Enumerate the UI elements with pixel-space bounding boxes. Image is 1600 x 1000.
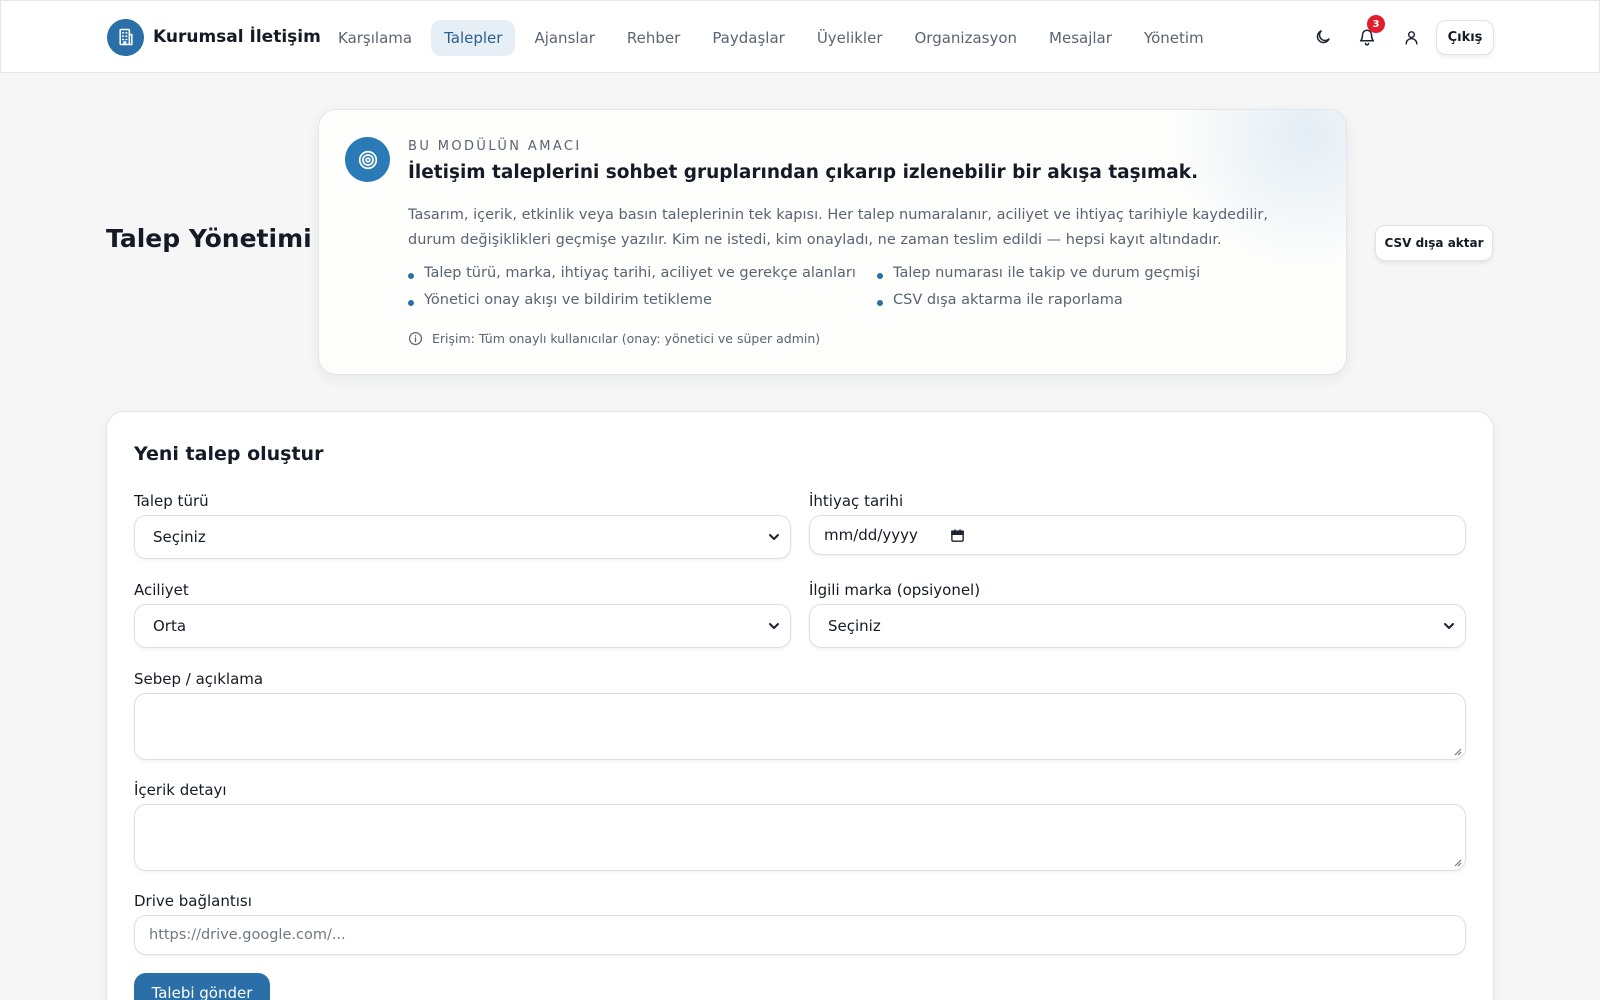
main-nav: Karşılama Talepler Ajanslar Rehber Payda… (325, 18, 1217, 57)
brand[interactable]: Kurumsal İletişim (107, 18, 321, 56)
request-type-select[interactable]: Seçiniz (134, 515, 791, 559)
drive-label: Drive bağlantısı (134, 892, 252, 910)
purpose-headline: İletişim taleplerini sohbet gruplarından… (408, 162, 1199, 183)
page-title: Talep Yönetimi (106, 224, 312, 253)
purpose-kicker: BU MODÜLÜN AMACI (408, 139, 582, 154)
nav-item-talepler[interactable]: Talepler (431, 19, 516, 56)
notification-count-badge: 3 (1367, 15, 1385, 33)
module-purpose-card: BU MODÜLÜN AMACI İletişim taleplerini so… (318, 109, 1347, 375)
feature-item: CSV dışa aktarma ile raporlama (877, 292, 1123, 308)
purpose-description: Tasarım, içerik, etkinlik veya basın tal… (408, 207, 1268, 248)
profile-button[interactable] (1389, 19, 1433, 55)
drive-link-input[interactable]: https://drive.google.com/... (134, 915, 1466, 955)
need-date-value: mm/dd/yyyy (824, 526, 918, 544)
content-textarea[interactable] (134, 804, 1466, 871)
need-date-input[interactable]: mm/dd/yyyy (809, 515, 1466, 555)
reason-textarea[interactable] (134, 693, 1466, 760)
nav-item-mesajlar[interactable]: Mesajlar (1036, 20, 1125, 56)
brand-value: Seçiniz (828, 617, 881, 635)
reason-label: Sebep / açıklama (134, 670, 264, 688)
request-type-label: Talep türü (134, 492, 209, 510)
nav-item-organizasyon[interactable]: Organizasyon (901, 20, 1030, 56)
nav-item-karsilama[interactable]: Karşılama (325, 20, 425, 56)
user-icon (1404, 30, 1418, 45)
nav-item-uyelikler[interactable]: Üyelikler (804, 20, 896, 56)
csv-export-button[interactable]: CSV dışa aktar (1375, 225, 1493, 261)
need-date-label: İhtiyaç tarihi (809, 492, 904, 510)
feature-item: Talep türü, marka, ihtiyaç tarihi, acili… (408, 265, 856, 281)
nav-item-yonetim[interactable]: Yönetim (1131, 20, 1217, 56)
brand-select[interactable]: Seçiniz (809, 604, 1466, 648)
urgency-select[interactable]: Orta (134, 604, 791, 648)
access-note: Erişim: Tüm onaylı kullanıcılar (onay: y… (408, 329, 820, 347)
building-icon (107, 18, 144, 56)
feature-item: Talep numarası ile takip ve durum geçmiş… (877, 265, 1200, 281)
chevron-down-icon (1444, 623, 1454, 629)
nav-item-ajanslar[interactable]: Ajanslar (521, 20, 607, 56)
drive-link-placeholder: https://drive.google.com/... (149, 927, 346, 943)
urgency-value: Orta (153, 617, 187, 635)
form-title: Yeni talep oluştur (134, 443, 324, 465)
new-request-form: Yeni talep oluştur Talep türü Seçiniz İh… (106, 411, 1494, 1000)
info-icon (408, 331, 423, 345)
theme-toggle-button[interactable] (1301, 19, 1345, 55)
notifications-button[interactable]: 3 (1345, 15, 1389, 55)
brand-name: Kurumsal İletişim (153, 27, 321, 47)
target-icon (345, 137, 390, 182)
logout-button[interactable]: Çıkış (1436, 20, 1494, 55)
urgency-label: Aciliyet (134, 581, 189, 599)
nav-item-paydaslar[interactable]: Paydaşlar (699, 20, 798, 56)
brand-label: İlgili marka (opsiyonel) (809, 581, 981, 599)
access-text: Erişim: Tüm onaylı kullanıcılar (onay: y… (432, 330, 821, 346)
resize-handle-icon[interactable] (1452, 857, 1462, 867)
chevron-down-icon (769, 623, 779, 629)
calendar-icon[interactable] (950, 528, 965, 543)
feature-item: Yönetici onay akışı ve bildirim tetiklem… (408, 292, 712, 308)
top-navigation-bar: Kurumsal İletişim Karşılama Talepler Aja… (0, 0, 1600, 73)
resize-handle-icon[interactable] (1452, 746, 1462, 756)
moon-icon (1316, 30, 1330, 44)
chevron-down-icon (769, 534, 779, 540)
submit-request-button[interactable]: Talebi gönder (134, 973, 270, 1000)
nav-item-rehber[interactable]: Rehber (614, 20, 693, 56)
request-type-value: Seçiniz (153, 528, 206, 546)
content-label: İçerik detayı (134, 781, 227, 799)
toolbar-icons: 3 (1301, 15, 1433, 55)
